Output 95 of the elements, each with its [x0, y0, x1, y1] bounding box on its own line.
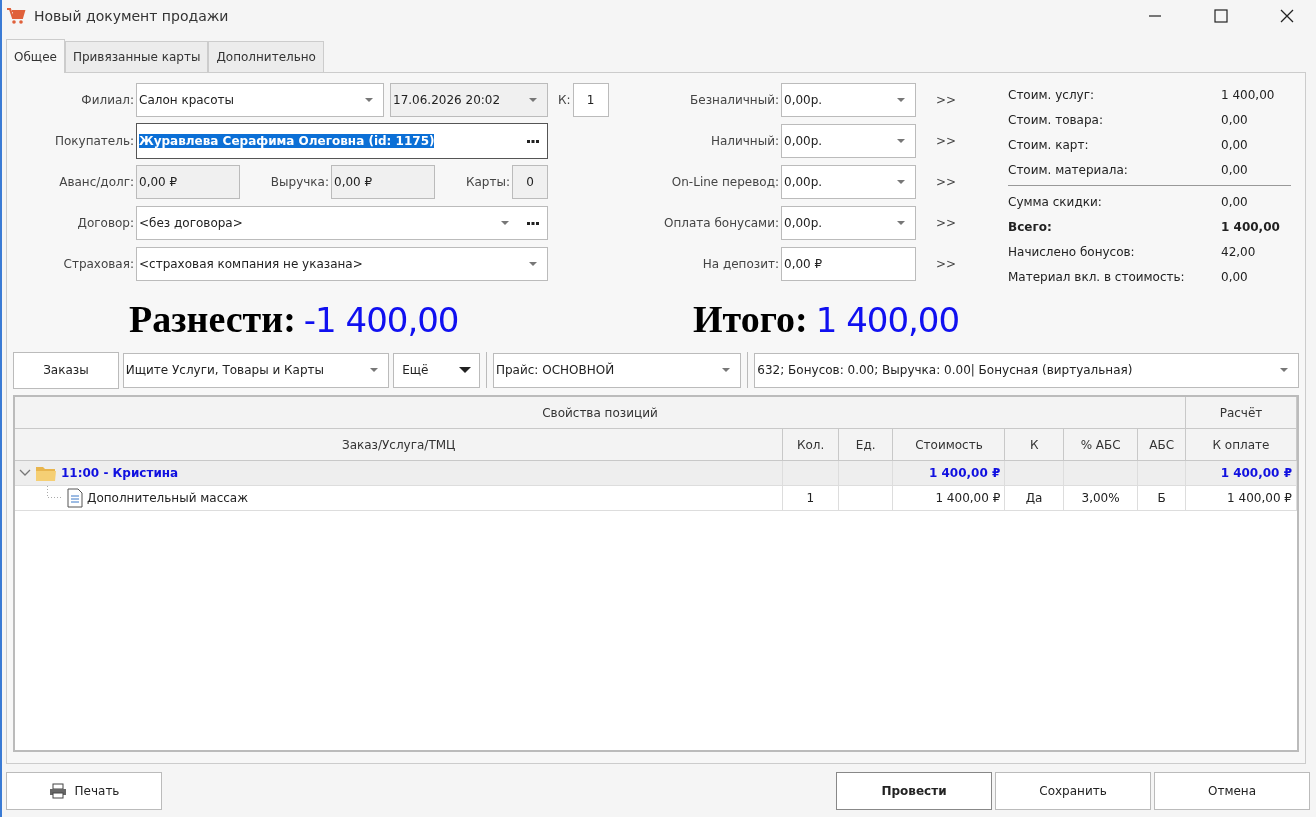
amount-dropdown[interactable]: 0,00р.	[781, 165, 916, 199]
tab[interactable]: Привязанные карты	[64, 41, 209, 72]
date-dropdown[interactable]: 17.06.2026 20:02	[390, 83, 548, 117]
field-label: Страховая:	[62, 257, 135, 271]
total-label: Итого:	[693, 297, 808, 341]
amount-field[interactable]: 0,00 ₽	[781, 247, 916, 281]
advance-field: 0,00 ₽	[136, 165, 240, 199]
folder-icon	[35, 464, 57, 482]
column-header[interactable]: Кол.	[783, 429, 839, 460]
shopping-cart-icon	[6, 7, 26, 25]
table-cell: 1 400,00 ₽	[935, 491, 1001, 505]
table-cell: 1	[806, 491, 815, 505]
summary-value: 0,00	[1221, 269, 1248, 284]
search-dropdown[interactable]: Ищите Услуги, Товары и Карты	[122, 352, 390, 388]
branch-dropdown[interactable]: Салон красоты	[136, 83, 384, 117]
column-header[interactable]: Ед.	[838, 429, 894, 460]
column-header[interactable]: % АБС	[1064, 429, 1139, 460]
column-header[interactable]: К оплате	[1185, 429, 1297, 460]
orders-button[interactable]: Заказы	[13, 351, 119, 389]
contract-dropdown[interactable]: <без договора>	[136, 206, 548, 240]
transfer-link[interactable]: >>	[936, 216, 957, 230]
summary-label: Начислено бонусов:	[1008, 244, 1136, 259]
cards-field: 0	[512, 165, 548, 199]
price-dropdown[interactable]: Прайс: ОСНОВНОЙ	[492, 352, 742, 388]
column-group-header: Расчёт	[1185, 397, 1297, 428]
insurance-dropdown[interactable]: <страховая компания не указана>	[136, 247, 548, 281]
tab[interactable]: Дополнительно	[208, 41, 324, 72]
column-header[interactable]: Стоимость	[893, 429, 1006, 460]
amount-dropdown[interactable]: 0,00р.	[781, 124, 916, 158]
print-button[interactable]: Печать	[6, 772, 162, 810]
summary-value: 0,00	[1221, 113, 1248, 128]
summary-label: Стоим. товара:	[1008, 113, 1104, 128]
table-cell: Дополнительный массаж	[87, 491, 249, 505]
more-icon[interactable]	[527, 139, 539, 143]
transfer-link[interactable]: >>	[936, 175, 957, 189]
document-icon	[67, 488, 83, 508]
total-value: 1 400,00	[815, 300, 960, 340]
field-label: On-Line перевод:	[670, 175, 780, 189]
column-header[interactable]: АБС	[1138, 429, 1186, 460]
field-label: Покупатель:	[53, 134, 135, 148]
more-icon[interactable]	[527, 221, 539, 225]
summary-value: 0,00	[1221, 195, 1248, 210]
summary-label: Стоим. карт:	[1008, 137, 1090, 152]
close-icon[interactable]	[1280, 9, 1294, 23]
dialog-button[interactable]: Провести	[836, 772, 992, 810]
maximize-icon[interactable]	[1214, 9, 1228, 23]
summary-label: Стоим. материала:	[1008, 162, 1129, 177]
total-label: Разнести:	[129, 297, 296, 341]
total-value: -1 400,00	[303, 300, 459, 340]
tree-connector	[47, 486, 63, 498]
window-title: Новый документ продажи	[34, 8, 229, 24]
field-label: Наличный:	[709, 134, 780, 148]
dialog-button[interactable]: Сохранить	[995, 772, 1151, 810]
revenue-field: 0,00 ₽	[331, 165, 435, 199]
amount-dropdown[interactable]: 0,00р.	[781, 83, 916, 117]
card-dropdown[interactable]: 632; Бонусов: 0.00; Выручка: 0.00| Бонусная (виртуальная)	[754, 352, 1299, 388]
field-label: Договор:	[76, 216, 135, 230]
column-header[interactable]: К	[1005, 429, 1064, 460]
summary-label: Сумма скидки:	[1008, 195, 1103, 210]
table-cell: 1 400,00 ₽	[928, 466, 1001, 480]
transfer-link[interactable]: >>	[936, 93, 957, 107]
column-header[interactable]: Заказ/Услуга/ТМЦ	[15, 429, 784, 460]
table-cell: Б	[1157, 491, 1166, 505]
column-group-header: Свойства позиций	[15, 397, 1186, 428]
dialog-button[interactable]: Отмена	[1154, 772, 1310, 810]
field-label: Аванс/долг:	[58, 175, 135, 189]
tab[interactable]: Общее	[6, 39, 65, 73]
field-label: На депозит:	[701, 257, 780, 271]
field-label: Выручка:	[269, 175, 330, 189]
summary-value: 1 400,00	[1221, 220, 1280, 235]
buyer-field[interactable]: Журавлева Серафима Олеговна (id: 1175)	[136, 123, 548, 159]
summary-value: 0,00	[1221, 162, 1248, 177]
field-label: Карты:	[465, 175, 511, 189]
table-cell: 3,00%	[1081, 491, 1120, 505]
summary-value: 0,00	[1221, 137, 1248, 152]
amount-dropdown[interactable]: 0,00р.	[781, 206, 916, 240]
summary-value: 1 400,00	[1221, 88, 1275, 103]
summary-value: 42,00	[1221, 244, 1256, 259]
summary-label: Стоим. услуг:	[1008, 88, 1095, 103]
chevron-down-icon[interactable]	[19, 469, 31, 477]
transfer-link[interactable]: >>	[936, 257, 957, 271]
field-label: Филиал:	[80, 93, 135, 107]
transfer-link[interactable]: >>	[936, 134, 957, 148]
summary-label: Всего:	[1008, 220, 1053, 235]
field-label: Безналичный:	[689, 93, 780, 107]
printer-icon	[48, 783, 67, 799]
k-field[interactable]: 1	[572, 83, 609, 117]
more-button[interactable]: Ещё	[393, 352, 480, 388]
field-label: К:	[558, 93, 571, 107]
field-label: Оплата бонусами:	[663, 216, 780, 230]
summary-label: Материал вкл. в стоимость:	[1008, 269, 1186, 284]
table-cell: Да	[1025, 491, 1043, 505]
table-cell: 11:00 - Кристина	[61, 466, 179, 480]
table-cell: 1 400,00 ₽	[1220, 466, 1292, 480]
table-cell: 1 400,00 ₽	[1227, 491, 1292, 505]
